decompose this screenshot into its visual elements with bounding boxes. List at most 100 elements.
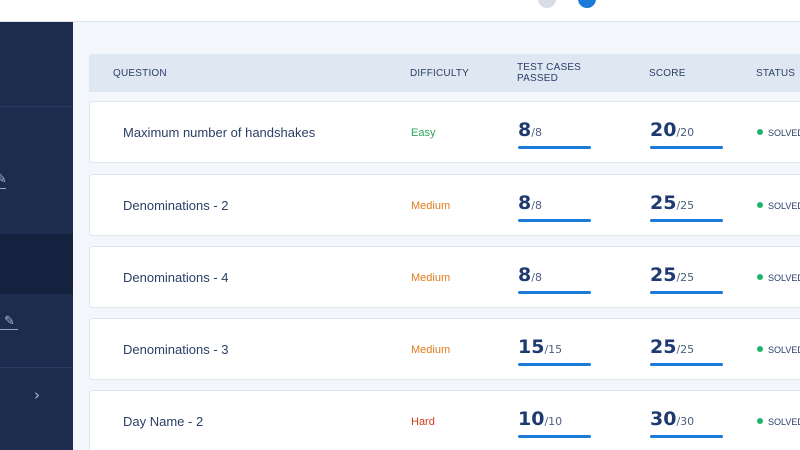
status-badge: SOLVED <box>757 128 800 138</box>
status-badge: SOLVED <box>757 345 800 355</box>
difficulty-label: Medium <box>411 272 451 284</box>
test-cases-progress-fill <box>518 291 591 294</box>
status-text: SOLVED <box>768 345 800 355</box>
sidebar-item-active[interactable] <box>0 234 73 294</box>
test-cases-metric: 10/10 <box>518 408 592 438</box>
header-test-cases-line2: PASSED <box>517 73 559 84</box>
chevron-right-icon[interactable]: › <box>34 386 40 404</box>
table-row[interactable]: Maximum number of handshakes Easy 8/8 20… <box>89 101 800 163</box>
test-cases-total: /8 <box>531 126 542 139</box>
score-progress <box>650 291 723 294</box>
score-progress-fill <box>650 291 723 294</box>
table-row[interactable]: Day Name - 2 Hard 10/10 30/30 SOLVED <box>89 390 800 450</box>
test-cases-passed: 8 <box>518 192 532 214</box>
score-progress-fill <box>650 219 723 222</box>
status-badge: SOLVED <box>757 417 800 427</box>
difficulty-label: Medium <box>411 200 451 212</box>
test-cases-passed: 15 <box>518 336 545 358</box>
header-difficulty[interactable]: DIFFICULTY <box>410 68 469 79</box>
test-cases-passed: 8 <box>518 264 532 286</box>
score-metric: 30/30 <box>650 408 724 438</box>
question-title[interactable]: Denominations - 3 <box>123 342 229 357</box>
test-cases-metric: 15/15 <box>518 336 592 366</box>
score-value: 20 <box>650 119 677 141</box>
test-cases-progress <box>518 363 591 366</box>
score-max: /25 <box>676 199 695 212</box>
test-cases-progress-fill <box>518 435 591 438</box>
status-text: SOLVED <box>768 273 800 283</box>
score-value: 30 <box>650 408 677 430</box>
header-test-cases[interactable]: TEST CASES PASSED <box>517 62 581 84</box>
score-max: /30 <box>676 415 695 428</box>
score-value: 25 <box>650 192 677 214</box>
difficulty-label: Hard <box>411 416 435 428</box>
pencil-icon-underline <box>0 329 18 330</box>
status-badge: SOLVED <box>757 201 800 211</box>
status-badge: SOLVED <box>757 273 800 283</box>
difficulty-label: Easy <box>411 127 436 139</box>
test-cases-total: /10 <box>544 415 563 428</box>
status-text: SOLVED <box>768 128 800 138</box>
test-cases-metric: 8/8 <box>518 192 592 222</box>
test-cases-total: /15 <box>544 343 563 356</box>
score-value: 25 <box>650 336 677 358</box>
test-cases-progress <box>518 219 591 222</box>
score-metric: 25/25 <box>650 192 724 222</box>
table-row[interactable]: Denominations - 2 Medium 8/8 25/25 SOLVE… <box>89 174 800 236</box>
status-dot-icon <box>757 274 763 280</box>
edit-icon-underline <box>0 188 6 189</box>
status-dot-icon <box>757 202 763 208</box>
status-dot-icon <box>757 346 763 352</box>
edit-icon[interactable]: ✎ <box>0 172 7 187</box>
test-cases-total: /8 <box>531 271 542 284</box>
sidebar-divider <box>0 106 73 107</box>
test-cases-progress <box>518 435 591 438</box>
test-cases-progress-fill <box>518 363 591 366</box>
score-progress <box>650 363 723 366</box>
header-question[interactable]: QUESTION <box>113 68 167 79</box>
difficulty-label: Medium <box>411 344 451 356</box>
top-bar <box>0 0 800 22</box>
sidebar-divider <box>0 367 73 368</box>
question-title[interactable]: Day Name - 2 <box>123 414 203 429</box>
status-text: SOLVED <box>768 417 800 427</box>
header-score[interactable]: SCORE <box>649 68 686 79</box>
question-title[interactable]: Denominations - 2 <box>123 198 229 213</box>
question-title[interactable]: Denominations - 4 <box>123 270 229 285</box>
score-max: /25 <box>676 271 695 284</box>
status-dot-icon <box>757 418 763 424</box>
test-cases-progress-fill <box>518 219 591 222</box>
score-progress-fill <box>650 146 723 149</box>
pencil-icon[interactable]: ✎ <box>4 314 15 329</box>
score-progress <box>650 219 723 222</box>
test-cases-passed: 10 <box>518 408 545 430</box>
score-progress <box>650 435 723 438</box>
score-metric: 25/25 <box>650 264 724 294</box>
status-dot-icon <box>757 129 763 135</box>
header-status[interactable]: STATUS <box>756 68 795 79</box>
score-max: /25 <box>676 343 695 356</box>
test-cases-total: /8 <box>531 199 542 212</box>
test-cases-metric: 8/8 <box>518 119 592 149</box>
score-value: 25 <box>650 264 677 286</box>
status-text: SOLVED <box>768 201 800 211</box>
test-cases-progress <box>518 291 591 294</box>
test-cases-passed: 8 <box>518 119 532 141</box>
score-progress-fill <box>650 363 723 366</box>
score-max: /20 <box>676 126 695 139</box>
test-cases-metric: 8/8 <box>518 264 592 294</box>
table-row[interactable]: Denominations - 4 Medium 8/8 25/25 SOLVE… <box>89 246 800 308</box>
score-progress <box>650 146 723 149</box>
test-cases-progress <box>518 146 591 149</box>
user-avatar[interactable] <box>578 0 596 8</box>
sidebar: ✎ ✎ › <box>0 22 73 450</box>
score-metric: 25/25 <box>650 336 724 366</box>
table-header: QUESTION DIFFICULTY TEST CASES PASSED SC… <box>89 54 800 92</box>
question-title[interactable]: Maximum number of handshakes <box>123 125 315 140</box>
header-test-cases-line1: TEST CASES <box>517 62 582 73</box>
notification-icon[interactable] <box>538 0 556 8</box>
test-cases-progress-fill <box>518 146 591 149</box>
score-progress-fill <box>650 435 723 438</box>
score-metric: 20/20 <box>650 119 724 149</box>
table-row[interactable]: Denominations - 3 Medium 15/15 25/25 SOL… <box>89 318 800 380</box>
